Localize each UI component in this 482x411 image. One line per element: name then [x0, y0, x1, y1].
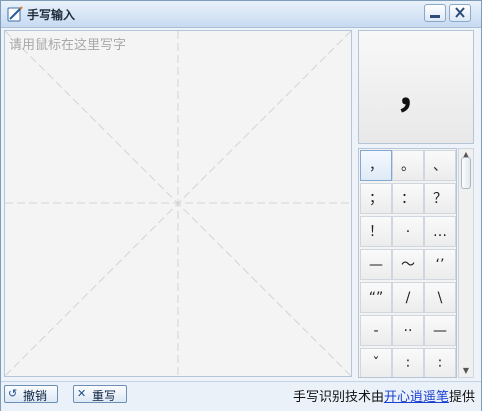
recognition-preview: ， [358, 30, 474, 144]
candidate-cell[interactable]: ～ [392, 249, 424, 280]
rewrite-label: 重写 [92, 389, 117, 403]
candidate-cell[interactable]: “” [360, 282, 392, 313]
preview-char: ， [396, 71, 436, 117]
candidate-cell[interactable]: 。 [392, 150, 424, 181]
candidate-cell[interactable]: ·· [392, 315, 424, 346]
scroll-thumb[interactable] [461, 157, 471, 189]
candidate-cell[interactable]: ； [360, 183, 392, 214]
title-bar[interactable]: 手写输入 [1, 1, 481, 28]
credit-prefix: 手写识别技术由 [292, 390, 384, 405]
candidate-cell[interactable]: ∶ [392, 348, 424, 377]
candidate-cell[interactable]: — [424, 315, 456, 346]
handwriting-input-window: 手写输入 请用鼠标在这里写字 ， ，。、；：？！ ·… — ～ ‘’ “” / \ - ·· — ˇ ∶… [0, 0, 482, 411]
candidate-cell[interactable]: ？ [424, 183, 456, 214]
window-title: 手写输入 [27, 8, 76, 22]
undo-button[interactable]: ↺ 撤销 [4, 385, 58, 403]
candidate-cell[interactable]: … [424, 216, 456, 247]
bottom-bar: ↺ 撤销 ✕ 重写 手写识别技术由开心逍遥笔提供 [1, 381, 481, 411]
candidate-cell[interactable]: - [360, 315, 392, 346]
candidate-cell[interactable]: — [360, 249, 392, 280]
candidate-cell[interactable]: \ [424, 282, 456, 313]
credit-link[interactable]: 开心逍遥笔 [384, 390, 449, 405]
canvas-hint: 请用鼠标在这里写字 [9, 38, 127, 53]
undo-label: 撤销 [23, 389, 48, 403]
clear-x-icon: ✕ [77, 387, 87, 400]
candidate-cell[interactable]: / [392, 282, 424, 313]
canvas-guide-lines [5, 31, 351, 376]
close-button[interactable] [449, 4, 471, 22]
writing-canvas[interactable]: 请用鼠标在这里写字 [4, 30, 352, 377]
candidate-cell[interactable]: ∶ [424, 348, 456, 377]
minimize-icon [430, 15, 440, 18]
close-icon [455, 7, 465, 18]
credit-text: 手写识别技术由开心逍遥笔提供 [293, 386, 475, 405]
candidate-cell[interactable]: ˇ [360, 348, 392, 377]
pen-pad-icon [7, 6, 23, 22]
scroll-down-arrow-icon[interactable]: ▼ [461, 366, 471, 376]
candidate-cell[interactable]: 、 [424, 150, 456, 181]
credit-suffix: 提供 [448, 390, 475, 405]
candidate-cell[interactable]: ‘’ [424, 249, 456, 280]
candidate-cell[interactable]: ， [360, 150, 392, 181]
candidate-cell[interactable]: · [392, 216, 424, 247]
candidate-cell[interactable]: ！ [360, 216, 392, 247]
undo-arrow-icon: ↺ [8, 387, 18, 400]
candidate-cell[interactable]: ： [392, 183, 424, 214]
candidate-scrollbar[interactable]: ▲ ▼ [458, 148, 474, 378]
candidate-grid: ，。、；：？！ ·… — ～ ‘’ “” / \ - ·· — ˇ ∶ ∶ [358, 148, 457, 378]
minimize-button[interactable] [424, 4, 446, 22]
rewrite-button[interactable]: ✕ 重写 [73, 385, 127, 403]
